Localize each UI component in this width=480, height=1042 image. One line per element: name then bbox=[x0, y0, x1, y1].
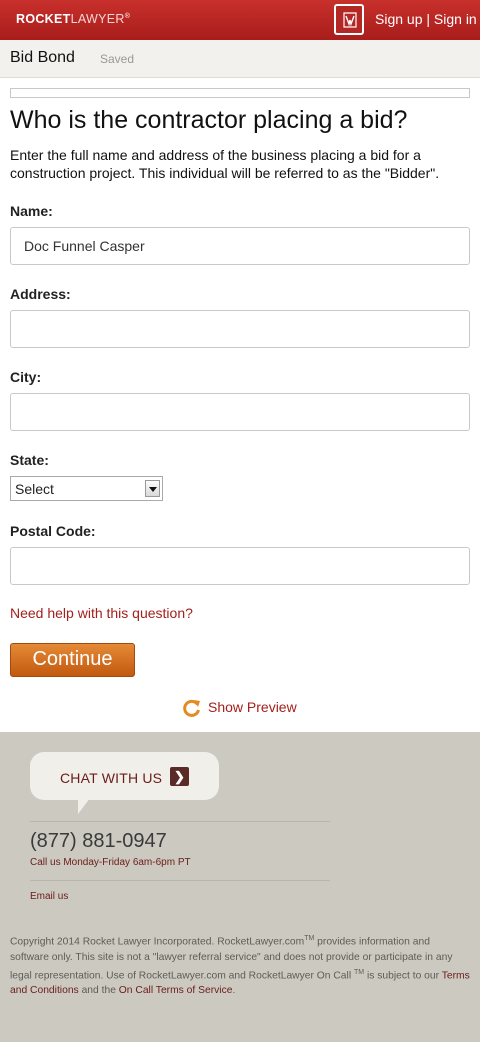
phone-number[interactable]: (877) 881-0947 bbox=[30, 830, 167, 853]
auth-separator: | bbox=[422, 11, 434, 27]
copyright-part: Copyright 2014 Rocket Lawyer Incorporate… bbox=[10, 936, 305, 948]
top-bar: ROCKETLAWYER® Sign up | Sign in bbox=[0, 0, 480, 40]
on-call-terms-link[interactable]: On Call Terms of Service bbox=[119, 985, 233, 996]
copyright-part: and the bbox=[78, 985, 119, 997]
rocket-lawyer-logo[interactable]: ROCKETLAWYER® bbox=[16, 12, 130, 26]
state-select[interactable]: Select bbox=[10, 476, 163, 501]
chat-with-us-button[interactable]: CHAT WITH US ❯ bbox=[30, 752, 219, 814]
footer-divider bbox=[30, 821, 330, 822]
question-description: Enter the full name and address of the b… bbox=[10, 147, 440, 181]
logo-registered-mark: ® bbox=[124, 12, 131, 20]
state-label: State: bbox=[10, 452, 49, 468]
city-input[interactable] bbox=[10, 393, 470, 431]
postal-code-label: Postal Code: bbox=[10, 523, 96, 539]
chevron-right-icon: ❯ bbox=[170, 767, 189, 786]
postal-code-input[interactable] bbox=[10, 547, 470, 585]
copyright-part: is subject to our bbox=[364, 970, 442, 982]
footer-divider bbox=[30, 880, 330, 881]
sign-in-link[interactable]: Sign in bbox=[434, 11, 477, 27]
auth-links: Sign up | Sign in bbox=[375, 11, 477, 27]
name-input[interactable] bbox=[10, 227, 470, 265]
email-us-link[interactable]: Email us bbox=[30, 891, 68, 902]
name-label: Name: bbox=[10, 203, 53, 219]
logo-light-text: LAWYER bbox=[70, 12, 125, 26]
trademark-mark: TM bbox=[304, 935, 315, 942]
trademark-mark: TM bbox=[353, 968, 365, 976]
chevron-down-icon[interactable] bbox=[145, 480, 160, 497]
progress-bar bbox=[10, 88, 470, 98]
logo-bold-text: ROCKET bbox=[16, 12, 71, 26]
sign-up-link[interactable]: Sign up bbox=[375, 11, 422, 27]
help-link[interactable]: Need help with this question? bbox=[10, 605, 193, 621]
address-input[interactable] bbox=[10, 310, 470, 348]
address-label: Address: bbox=[10, 286, 71, 302]
document-seal-icon[interactable] bbox=[334, 4, 364, 35]
state-selected-value: Select bbox=[15, 481, 54, 497]
document-bar: Bid Bond Saved bbox=[0, 40, 480, 78]
show-preview-label: Show Preview bbox=[208, 699, 297, 715]
continue-button[interactable]: Continue bbox=[10, 643, 135, 677]
footer: CHAT WITH US ❯ (877) 881-0947 Call us Mo… bbox=[0, 732, 480, 1042]
call-hours: Call us Monday-Friday 6am-6pm PT bbox=[30, 857, 191, 868]
chat-label: CHAT WITH US bbox=[60, 770, 163, 786]
copyright-part: . bbox=[232, 985, 236, 997]
city-label: City: bbox=[10, 369, 42, 385]
copyright-text: Copyright 2014 Rocket Lawyer Incorporate… bbox=[10, 931, 470, 999]
document-title: Bid Bond bbox=[10, 49, 75, 66]
save-status: Saved bbox=[100, 52, 135, 66]
refresh-icon bbox=[183, 699, 200, 717]
question-title: Who is the contractor placing a bid? bbox=[10, 106, 408, 134]
